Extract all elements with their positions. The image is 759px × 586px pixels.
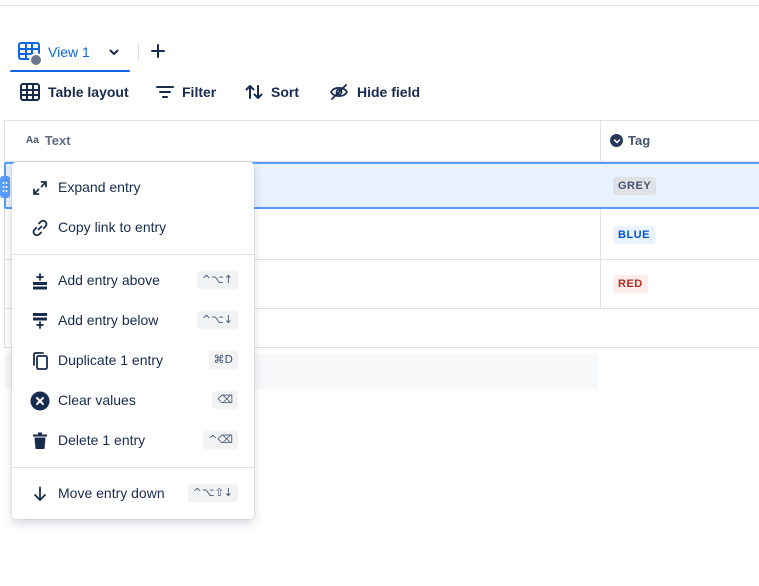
table-layout-button[interactable]: Table layout bbox=[20, 82, 129, 102]
add-below-icon bbox=[30, 311, 50, 331]
column-label: Text bbox=[44, 133, 71, 148]
home-icon bbox=[29, 53, 43, 67]
shortcut-hint: ⌫ bbox=[212, 391, 238, 409]
menu-divider bbox=[12, 254, 254, 255]
column-header-tag[interactable]: Tag bbox=[610, 133, 650, 148]
clear-icon bbox=[30, 391, 50, 411]
column-divider bbox=[600, 120, 601, 308]
table-layout-label: Table layout bbox=[48, 84, 129, 100]
menu-item-delete-entry[interactable]: Delete 1 entry ^⌫ bbox=[12, 421, 254, 461]
shortcut-hint: ^⌫ bbox=[203, 431, 238, 449]
menu-item-label: Delete 1 entry bbox=[58, 432, 146, 448]
menu-item-label: Clear values bbox=[58, 392, 136, 408]
menu-item-label: Duplicate 1 entry bbox=[58, 352, 164, 368]
drag-handle-icon[interactable] bbox=[0, 176, 10, 198]
menu-item-add-entry-above[interactable]: Add entry above ^⌥↑ bbox=[12, 261, 254, 301]
dropdown-icon bbox=[610, 134, 623, 147]
add-view-button[interactable] bbox=[150, 43, 166, 64]
menu-item-copy-link[interactable]: Copy link to entry bbox=[12, 208, 254, 248]
shortcut-hint: ⌘D bbox=[208, 351, 238, 369]
table-icon bbox=[20, 83, 40, 101]
tag-badge: BLUE bbox=[613, 226, 655, 244]
plus-icon bbox=[151, 44, 165, 58]
menu-item-label: Add entry below bbox=[58, 312, 159, 328]
eye-off-icon bbox=[329, 84, 349, 100]
active-tab-indicator bbox=[10, 70, 130, 72]
sort-button[interactable]: Sort bbox=[245, 82, 299, 102]
tab-view-1[interactable]: View 1 bbox=[10, 38, 130, 72]
filter-label: Filter bbox=[182, 84, 217, 100]
shortcut-hint: ^⌥↓ bbox=[196, 311, 238, 329]
menu-item-expand-entry[interactable]: Expand entry bbox=[12, 168, 254, 208]
hide-field-label: Hide field bbox=[357, 84, 421, 100]
shortcut-hint: ^⌥⇧↓ bbox=[187, 484, 238, 502]
column-label: Tag bbox=[628, 133, 651, 148]
chevron-down-icon[interactable] bbox=[108, 45, 120, 63]
tab-label: View 1 bbox=[48, 44, 90, 60]
table-border-top bbox=[4, 120, 759, 121]
menu-item-move-entry-down[interactable]: Move entry down ^⌥⇧↓ bbox=[12, 474, 254, 514]
text-type-icon: Aa bbox=[26, 135, 39, 146]
menu-item-label: Expand entry bbox=[58, 179, 141, 195]
duplicate-icon bbox=[30, 351, 50, 371]
menu-item-label: Move entry down bbox=[58, 485, 165, 501]
arrow-down-icon bbox=[30, 484, 50, 504]
top-divider bbox=[0, 5, 759, 6]
table-border-left bbox=[4, 120, 5, 348]
menu-item-label: Copy link to entry bbox=[58, 219, 167, 235]
shortcut-hint: ^⌥↑ bbox=[196, 271, 238, 289]
menu-divider bbox=[12, 467, 254, 468]
menu-item-duplicate-entry[interactable]: Duplicate 1 entry ⌘D bbox=[12, 341, 254, 381]
expand-icon bbox=[30, 178, 50, 198]
add-above-icon bbox=[30, 271, 50, 291]
menu-item-label: Add entry above bbox=[58, 272, 160, 288]
filter-icon bbox=[156, 86, 174, 98]
column-header-text[interactable]: Aa Text bbox=[26, 133, 71, 148]
menu-item-add-entry-below[interactable]: Add entry below ^⌥↓ bbox=[12, 301, 254, 341]
row-context-menu: Expand entry Copy link to entry Add entr… bbox=[12, 162, 254, 519]
tag-badge: RED bbox=[613, 275, 648, 293]
menu-item-clear-values[interactable]: Clear values ⌫ bbox=[12, 381, 254, 421]
hide-field-button[interactable]: Hide field bbox=[329, 82, 420, 102]
tab-divider bbox=[138, 42, 139, 62]
link-icon bbox=[30, 218, 50, 238]
trash-icon bbox=[30, 431, 50, 451]
filter-button[interactable]: Filter bbox=[156, 82, 216, 102]
tag-badge: GREY bbox=[613, 177, 657, 195]
sort-label: Sort bbox=[271, 84, 299, 100]
sort-icon bbox=[245, 85, 263, 99]
